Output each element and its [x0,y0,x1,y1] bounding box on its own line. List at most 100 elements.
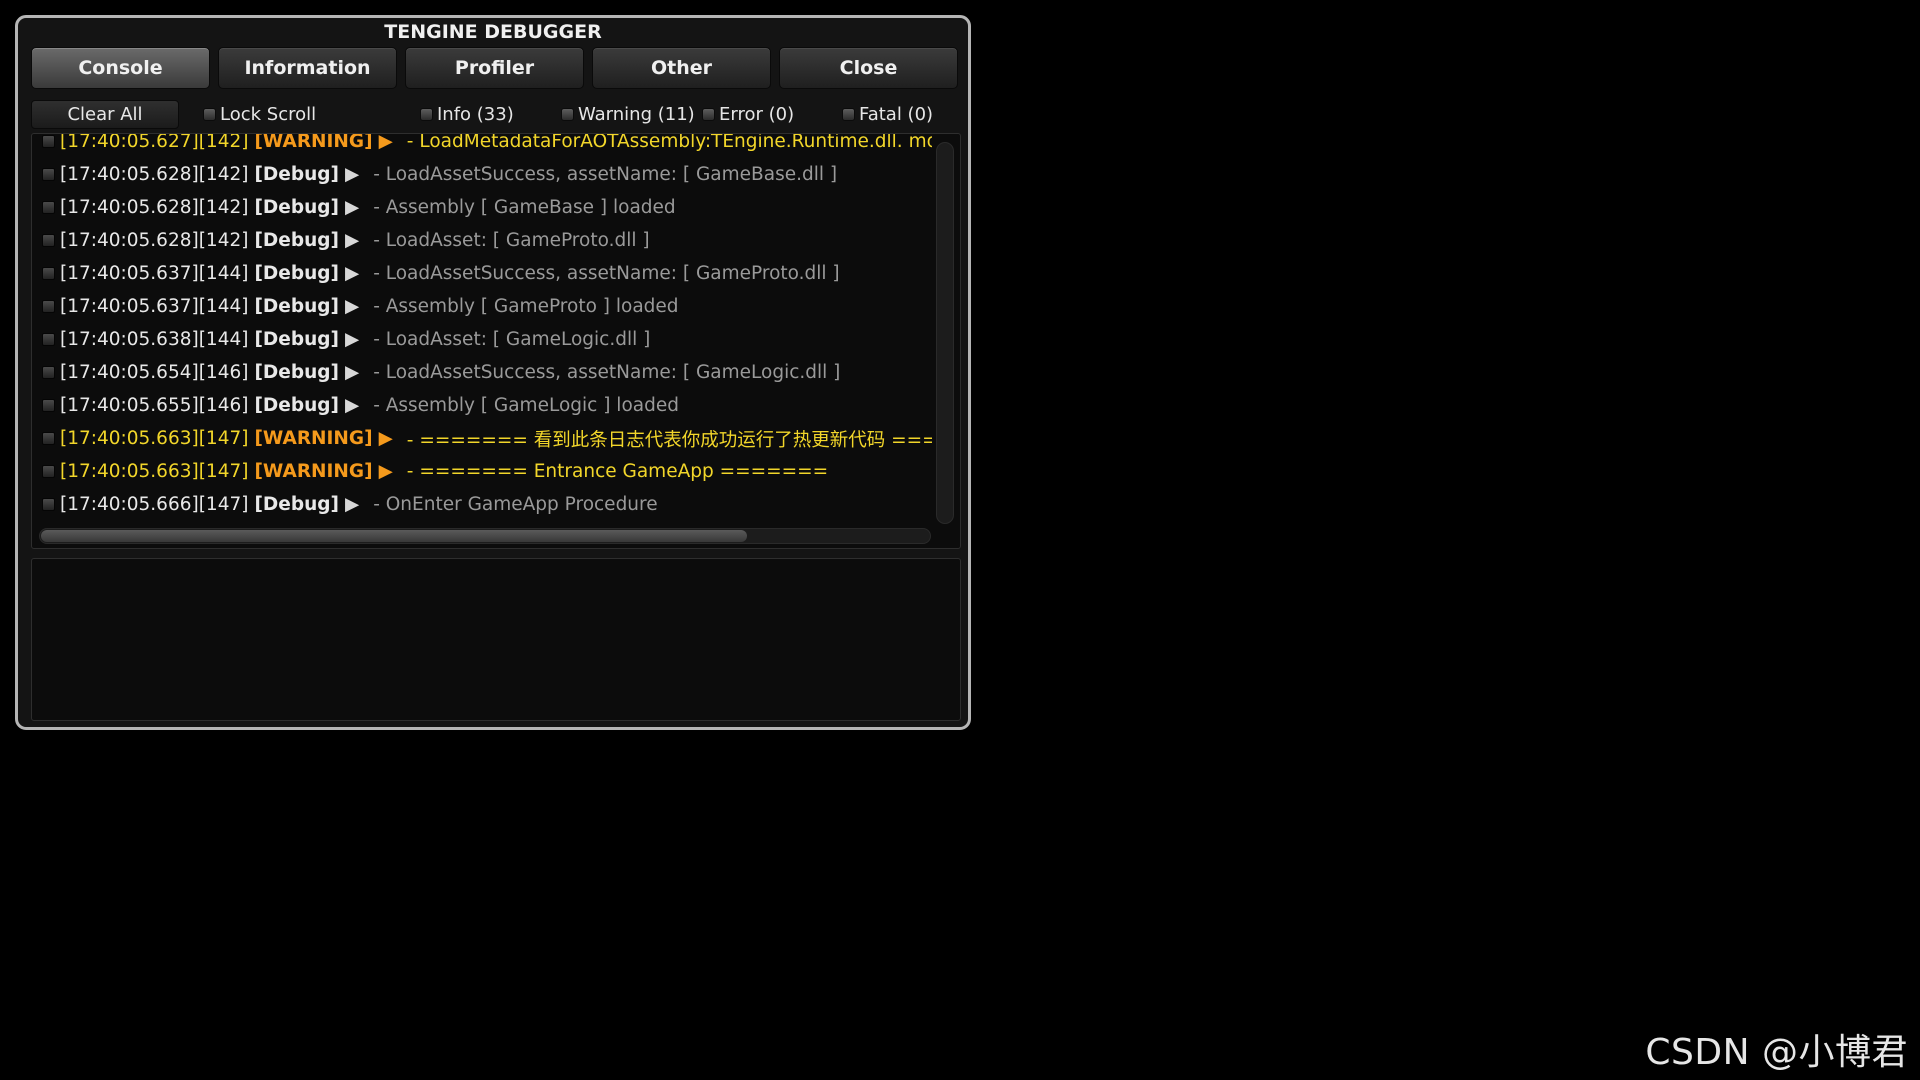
log-list: [17:40:05.627][142] [WARNING] ▶ - LoadMetad… [32,134,932,521]
log-level: [Debug] [254,230,339,251]
log-level: [Debug] [254,263,339,284]
log-level: [Debug] [254,362,339,383]
log-level: [WARNING] [254,428,373,449]
tab-information[interactable]: Information [218,47,397,89]
log-viewport[interactable]: [17:40:05.627][142] [WARNING] ▶ - LoadMetad… [32,134,932,527]
log-row-select-icon[interactable] [42,168,55,181]
log-message: - Assembly [ GameLogic ] loaded [373,395,679,416]
log-level: [Debug] [254,296,339,317]
log-row-select-icon[interactable] [42,465,55,478]
error-filter-checkbox[interactable] [702,108,715,121]
lock-scroll-toggle[interactable]: Lock Scroll [203,104,316,125]
log-row-select-icon[interactable] [42,399,55,412]
log-level: [Debug] [254,197,339,218]
tab-bar: Console Information Profiler Other Close [31,47,958,89]
warning-filter-checkbox[interactable] [561,108,574,121]
log-row-select-icon[interactable] [42,498,55,511]
error-filter-toggle[interactable]: Error (0) [702,104,794,125]
log-timestamp: [17:40:05.628][142] [60,164,249,185]
log-timestamp: [17:40:05.637][144] [60,296,249,317]
play-arrow-icon: ▶ [378,461,393,482]
log-message: - ======= Entrance GameApp ======= [406,461,829,482]
play-arrow-icon: ▶ [344,164,360,185]
lock-scroll-label: Lock Scroll [220,104,317,125]
log-timestamp: [17:40:05.666][147] [60,494,249,515]
info-filter-toggle[interactable]: Info (33) [420,104,514,125]
fatal-filter-label: Fatal (0) [859,104,934,125]
log-row-select-icon[interactable] [42,333,55,346]
log-timestamp: [17:40:05.628][142] [60,230,249,251]
log-timestamp: [17:40:05.637][144] [60,263,249,284]
log-message: - LoadMetadataForAOTAssembly:TEngine.Run… [406,134,932,152]
log-level: [WARNING] [254,134,373,152]
watermark: CSDN @小博君 [1645,1032,1908,1073]
log-timestamp: [17:40:05.663][147] [60,428,249,449]
log-row[interactable]: [17:40:05.628][142] [Debug] ▶ - LoadAsset: … [32,224,932,257]
log-message: - LoadAsset: [ GameLogic.dll ] [373,329,651,350]
info-filter-checkbox[interactable] [420,108,433,121]
log-message: - LoadAssetSuccess, assetName: [ GamePro… [373,263,840,284]
fatal-filter-checkbox[interactable] [842,108,855,121]
fatal-filter-toggle[interactable]: Fatal (0) [842,104,933,125]
window-title: TENGINE DEBUGGER [384,21,602,43]
log-timestamp: [17:40:05.638][144] [60,329,249,350]
debugger-window: TENGINE DEBUGGER Console Information Pro… [15,15,971,730]
log-row-select-icon[interactable] [42,135,55,148]
log-row[interactable]: [17:40:05.638][144] [Debug] ▶ - LoadAsset: … [32,323,932,356]
tab-console[interactable]: Console [31,47,210,89]
log-timestamp: [17:40:05.628][142] [60,197,249,218]
log-row-select-icon[interactable] [42,267,55,280]
log-message: - Assembly [ GameBase ] loaded [373,197,676,218]
tab-other[interactable]: Other [592,47,771,89]
play-arrow-icon: ▶ [378,134,393,152]
log-row-select-icon[interactable] [42,366,55,379]
play-arrow-icon: ▶ [378,428,393,449]
warning-filter-toggle[interactable]: Warning (11) [561,104,695,125]
log-row-select-icon[interactable] [42,234,55,247]
log-timestamp: [17:40:05.663][147] [60,461,249,482]
log-level: [Debug] [254,164,339,185]
warning-filter-label: Warning (11) [578,104,695,125]
log-row[interactable]: [17:40:05.654][146] [Debug] ▶ - LoadAssetSu… [32,356,932,389]
log-timestamp: [17:40:05.655][146] [60,395,249,416]
log-level: [Debug] [254,494,339,515]
log-row-select-icon[interactable] [42,432,55,445]
log-message: - LoadAssetSuccess, assetName: [ GameLog… [373,362,841,383]
play-arrow-icon: ▶ [344,230,360,251]
play-arrow-icon: ▶ [344,197,360,218]
play-arrow-icon: ▶ [344,263,360,284]
log-row[interactable]: [17:40:05.637][144] [Debug] ▶ - Assembly [ … [32,290,932,323]
log-row-select-icon[interactable] [42,201,55,214]
close-button[interactable]: Close [779,47,958,89]
log-message: - OnEnter GameApp Procedure [373,494,658,515]
play-arrow-icon: ▶ [344,296,360,317]
info-filter-label: Info (33) [437,104,514,125]
vertical-scrollbar[interactable] [936,142,954,524]
log-panel: [17:40:05.627][142] [WARNING] ▶ - LoadMetad… [31,133,961,549]
console-toolbar: Clear All Lock Scroll Info (33) Warning … [31,98,961,129]
play-arrow-icon: ▶ [344,494,360,515]
log-timestamp: [17:40:05.627][142] [60,134,249,152]
tab-profiler[interactable]: Profiler [405,47,584,89]
play-arrow-icon: ▶ [344,395,360,416]
log-detail-panel [31,558,961,721]
log-row[interactable]: [17:40:05.655][146] [Debug] ▶ - Assembly [ … [32,389,932,422]
log-row[interactable]: [17:40:05.627][142] [WARNING] ▶ - LoadMetad… [32,134,932,158]
log-row[interactable]: [17:40:05.663][147] [WARNING] ▶ - ======= 看… [32,422,932,455]
lock-scroll-checkbox[interactable] [203,108,216,121]
error-filter-label: Error (0) [719,104,795,125]
log-row[interactable]: [17:40:05.663][147] [WARNING] ▶ - ======= E… [32,455,932,488]
log-row[interactable]: [17:40:05.628][142] [Debug] ▶ - LoadAssetSu… [32,158,932,191]
log-level: [Debug] [254,395,339,416]
log-row-select-icon[interactable] [42,300,55,313]
horizontal-scrollbar[interactable] [39,528,931,544]
clear-all-button[interactable]: Clear All [31,100,179,129]
log-row[interactable]: [17:40:05.628][142] [Debug] ▶ - Assembly [ … [32,191,932,224]
log-row[interactable]: [17:40:05.666][147] [Debug] ▶ - OnEnter Gam… [32,488,932,521]
log-message: - LoadAsset: [ GameProto.dll ] [373,230,650,251]
log-message: - LoadAssetSuccess, assetName: [ GameBas… [373,164,838,185]
horizontal-scrollbar-thumb[interactable] [41,530,747,542]
log-message: - ======= 看到此条日志代表你成功运行了热更新代码 ===== [406,429,932,451]
log-timestamp: [17:40:05.654][146] [60,362,249,383]
log-row[interactable]: [17:40:05.637][144] [Debug] ▶ - LoadAssetSu… [32,257,932,290]
